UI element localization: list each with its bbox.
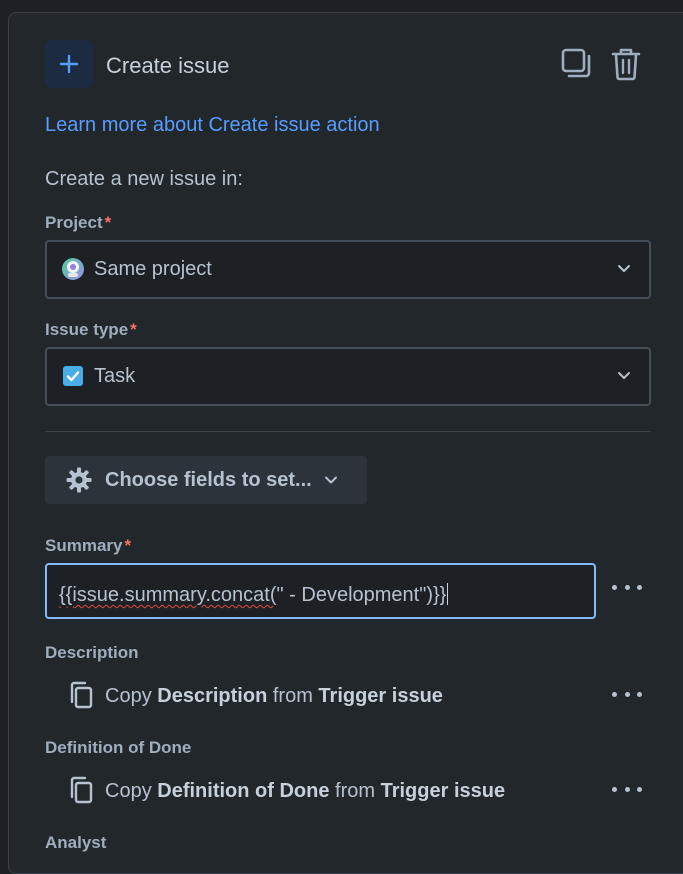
project-avatar-icon xyxy=(62,258,84,280)
more-dot-icon xyxy=(612,691,617,697)
issue-type-label: Issue type * xyxy=(45,320,137,339)
more-dot-icon xyxy=(624,691,630,697)
summary-value-rest: " - Development")}} xyxy=(276,584,447,606)
spellcheck-underlined-text: {{issue.summary.concat( xyxy=(59,584,277,606)
task-checkbox-icon xyxy=(63,366,83,386)
more-dot-icon xyxy=(624,584,630,590)
summary-label: Summary * xyxy=(45,536,132,555)
description-more-button[interactable] xyxy=(612,686,642,702)
issue-type-select[interactable]: Task xyxy=(45,347,651,406)
plus-icon xyxy=(45,40,93,88)
definition-of-done-copy-text: Copy Definition of Done from Trigger iss… xyxy=(105,780,506,802)
description-copy-text: Copy Description from Trigger issue xyxy=(105,685,443,707)
section-divider xyxy=(45,431,651,432)
more-dot-icon xyxy=(637,584,642,590)
summary-more-button[interactable] xyxy=(612,579,642,595)
project-label: Project * xyxy=(45,213,112,232)
chevron-down-icon xyxy=(325,476,337,484)
action-title: Create issue xyxy=(106,53,230,78)
required-marker: * xyxy=(124,536,132,555)
choose-fields-label: Choose fields to set... xyxy=(105,469,312,491)
more-dot-icon xyxy=(637,691,642,697)
definition-of-done-more-button[interactable] xyxy=(612,781,642,797)
duplicate-icon xyxy=(561,48,591,78)
text-caret xyxy=(447,583,449,605)
description-label: Description xyxy=(45,643,139,662)
analyst-label: Analyst xyxy=(45,833,107,852)
copy-icon xyxy=(70,776,93,804)
chevron-down-icon xyxy=(618,265,630,272)
gear-icon xyxy=(66,467,92,493)
delete-button[interactable] xyxy=(608,46,644,82)
required-marker: * xyxy=(104,213,112,232)
more-dot-icon xyxy=(637,786,642,792)
summary-input[interactable]: {{issue.summary.concat(" - Development")… xyxy=(45,563,596,619)
issue-type-value: Task xyxy=(94,365,136,387)
required-marker: * xyxy=(130,320,137,339)
definition-of-done-label: Definition of Done xyxy=(45,738,192,757)
learn-more-link[interactable]: Learn more about Create issue action xyxy=(45,114,380,137)
summary-value: {{issue.summary.concat(" - Development")… xyxy=(59,583,449,607)
duplicate-button[interactable] xyxy=(559,46,595,82)
more-dot-icon xyxy=(612,584,617,590)
more-dot-icon xyxy=(624,786,630,792)
action-header: Create issue xyxy=(45,40,683,88)
choose-fields-button[interactable]: Choose fields to set... xyxy=(45,456,367,504)
chevron-down-icon xyxy=(618,372,630,379)
trash-icon xyxy=(611,48,641,81)
intro-text: Create a new issue in: xyxy=(45,168,243,190)
copy-icon xyxy=(70,681,93,709)
project-select[interactable]: Same project xyxy=(45,240,651,299)
project-value: Same project xyxy=(94,258,212,280)
more-dot-icon xyxy=(612,786,617,792)
